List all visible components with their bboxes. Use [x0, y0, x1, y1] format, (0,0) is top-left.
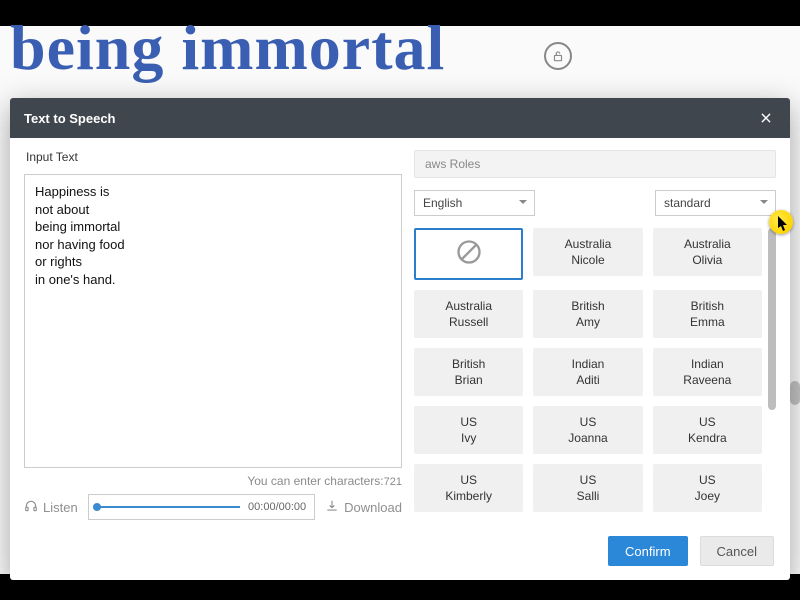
- confirm-label: Confirm: [625, 544, 671, 559]
- voice-name: Kendra: [688, 430, 727, 446]
- seek-track: [97, 506, 240, 508]
- voice-card[interactable]: USKimberly: [414, 464, 523, 512]
- audio-controls: Listen 00:00/00:00 Downloa: [24, 494, 402, 520]
- voice-region: British: [691, 298, 724, 314]
- voice-card[interactable]: AustraliaNicole: [533, 228, 642, 276]
- voice-name: Brian: [455, 372, 483, 388]
- voice-region: US: [699, 472, 716, 488]
- voice-region: Indian: [691, 356, 724, 372]
- audio-seek[interactable]: 00:00/00:00: [88, 494, 315, 520]
- voice-name: Joey: [695, 488, 720, 504]
- cancel-button[interactable]: Cancel: [700, 536, 774, 566]
- download-icon: [325, 499, 339, 516]
- voice-name: Aditi: [576, 372, 599, 388]
- voice-name: Kimberly: [445, 488, 492, 504]
- voice-card[interactable]: USSalli: [533, 464, 642, 512]
- voice-card[interactable]: BritishAmy: [533, 290, 642, 338]
- voice-name: Joanna: [568, 430, 607, 446]
- listen-label: Listen: [43, 500, 78, 515]
- tts-modal: Text to Speech Input Text Happiness is n…: [10, 98, 790, 580]
- voice-card[interactable]: BritishBrian: [414, 348, 523, 396]
- selects-row: English standard: [414, 190, 776, 216]
- voice-grid: AustraliaNicoleAustraliaOliviaAustraliaR…: [414, 228, 776, 512]
- download-label: Download: [344, 500, 402, 515]
- char-count-hint: You can enter characters:721: [24, 474, 402, 488]
- voice-region: US: [699, 414, 716, 430]
- voice-name: Nicole: [571, 252, 604, 268]
- voice-card[interactable]: USKendra: [653, 406, 762, 454]
- voice-card[interactable]: AustraliaRussell: [414, 290, 523, 338]
- close-button[interactable]: [756, 108, 776, 128]
- aws-roles-placeholder: aws Roles: [425, 157, 480, 171]
- voice-scroll-thumb[interactable]: [768, 228, 776, 410]
- voice-region: British: [452, 356, 485, 372]
- modal-body: Input Text Happiness is not about being …: [10, 138, 790, 526]
- modal-title: Text to Speech: [24, 111, 116, 126]
- voice-name: Emma: [690, 314, 725, 330]
- listen-button[interactable]: Listen: [24, 499, 78, 516]
- voice-card[interactable]: IndianAditi: [533, 348, 642, 396]
- voice-region: US: [580, 414, 597, 430]
- voice-region: Indian: [572, 356, 605, 372]
- input-pane: Input Text Happiness is not about being …: [24, 150, 402, 520]
- download-button[interactable]: Download: [325, 499, 402, 516]
- confirm-button[interactable]: Confirm: [608, 536, 688, 566]
- language-select[interactable]: English: [414, 190, 535, 216]
- voice-region: US: [460, 414, 477, 430]
- voice-region: British: [571, 298, 604, 314]
- seek-thumb[interactable]: [93, 503, 101, 511]
- no-voice-icon: [455, 238, 483, 270]
- quality-selected: standard: [664, 196, 711, 210]
- time-display: 00:00/00:00: [248, 501, 306, 513]
- voice-card[interactable]: USIvy: [414, 406, 523, 454]
- voice-card[interactable]: USJoey: [653, 464, 762, 512]
- char-hint-prefix: You can enter characters:: [247, 474, 383, 488]
- voice-region: Australia: [445, 298, 492, 314]
- voice-pane: aws Roles English standard Austral: [414, 150, 776, 520]
- voice-card[interactable]: AustraliaOlivia: [653, 228, 762, 276]
- voice-card[interactable]: BritishEmma: [653, 290, 762, 338]
- char-hint-count: 721: [384, 476, 402, 488]
- input-text-label: Input Text: [26, 150, 402, 164]
- voice-region: US: [460, 472, 477, 488]
- chevron-down-icon: [518, 196, 528, 210]
- modal-footer: Confirm Cancel: [10, 526, 790, 580]
- aws-roles-input[interactable]: aws Roles: [414, 150, 776, 178]
- chevron-down-icon: [759, 196, 769, 210]
- voice-name: Raveena: [683, 372, 731, 388]
- voice-region: Australia: [565, 236, 612, 252]
- voice-card[interactable]: [414, 228, 523, 280]
- voice-name: Russell: [449, 314, 488, 330]
- language-selected: English: [423, 196, 462, 210]
- voice-card[interactable]: IndianRaveena: [653, 348, 762, 396]
- voice-name: Ivy: [461, 430, 476, 446]
- voice-name: Salli: [577, 488, 600, 504]
- modal-header: Text to Speech: [10, 98, 790, 138]
- voice-name: Amy: [576, 314, 600, 330]
- quality-select[interactable]: standard: [655, 190, 776, 216]
- voice-region: US: [580, 472, 597, 488]
- cancel-label: Cancel: [717, 544, 757, 559]
- input-textarea[interactable]: Happiness is not about being immortal no…: [24, 174, 402, 468]
- voice-name: Olivia: [692, 252, 722, 268]
- page-background: being immortal Text to Speech Input Text…: [0, 26, 800, 574]
- voice-card[interactable]: USJoanna: [533, 406, 642, 454]
- voice-list-wrap: AustraliaNicoleAustraliaOliviaAustraliaR…: [414, 228, 776, 520]
- headphones-icon: [24, 499, 38, 516]
- voice-region: Australia: [684, 236, 731, 252]
- modal-backdrop: Text to Speech Input Text Happiness is n…: [0, 26, 800, 574]
